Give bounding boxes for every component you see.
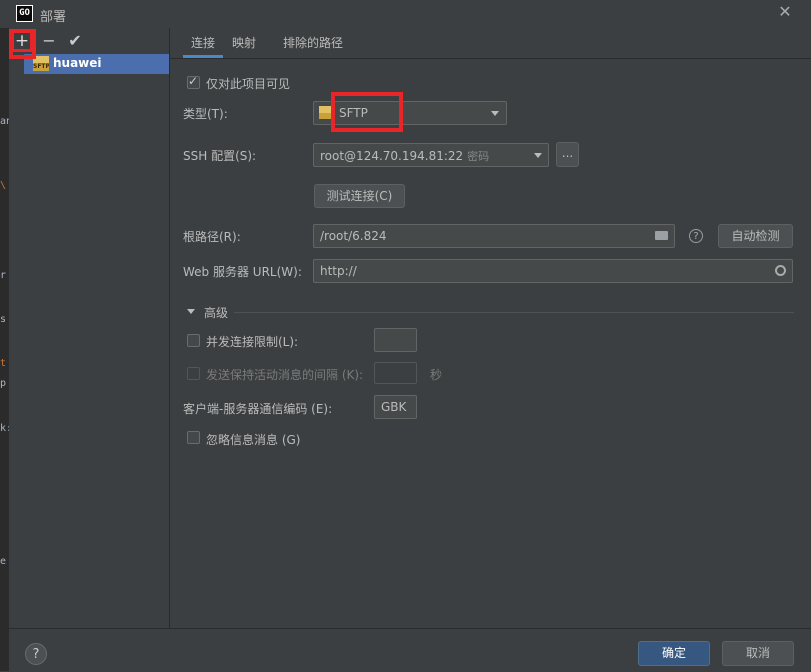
collapse-arrow-icon[interactable] — [187, 309, 195, 314]
editor-fragment: k: — [0, 423, 9, 434]
globe-icon[interactable] — [775, 265, 786, 276]
editor-fragment: r — [0, 270, 7, 281]
ssh-config-label: SSH 配置(S): — [183, 149, 257, 163]
background-editor-strip: an \ r s t p k: e — [0, 28, 9, 671]
help-button[interactable]: ? — [25, 643, 47, 665]
web-url-field[interactable]: http:// — [313, 259, 793, 283]
concurrent-limit-label: 并发连接限制(L): — [206, 335, 299, 349]
keepalive-checkbox[interactable] — [187, 367, 200, 380]
keepalive-label: 发送保持活动消息的间隔 (K): — [206, 368, 364, 382]
sftp-type-icon — [319, 106, 332, 119]
server-list-item-huawei[interactable]: SFTP huawei — [24, 54, 169, 74]
chevron-down-icon — [491, 111, 499, 116]
cancel-button[interactable]: 取消 — [722, 641, 794, 666]
sftp-server-icon: SFTP — [33, 56, 49, 71]
web-url-value: http:// — [320, 264, 357, 278]
remove-server-button[interactable]: − — [38, 30, 60, 52]
root-path-label: 根路径(R): — [183, 230, 241, 244]
close-icon[interactable]: ✕ — [776, 3, 794, 21]
ssh-config-value: root@124.70.194.81:22 — [320, 149, 464, 163]
chevron-down-icon — [534, 153, 542, 158]
encoding-input[interactable]: GBK — [374, 395, 417, 419]
folder-icon[interactable] — [655, 231, 668, 240]
editor-fragment: t — [0, 358, 7, 369]
editor-fragment: s — [0, 314, 7, 325]
editor-fragment: e — [0, 556, 7, 567]
settings-tabs: 连接 映射 排除的路径 — [170, 28, 811, 59]
ignore-info-label: 忽略信息消息 (G) — [206, 433, 301, 447]
root-path-value: /root/6.824 — [320, 229, 387, 243]
visible-only-label: 仅对此项目可见 — [206, 77, 291, 91]
encoding-label: 客户端-服务器通信编码 (E): — [183, 402, 333, 416]
web-url-label: Web 服务器 URL(W): — [183, 265, 302, 279]
editor-fragment: \ — [0, 180, 7, 191]
root-path-field[interactable]: /root/6.824 — [313, 224, 675, 248]
tab-connection[interactable]: 连接 — [183, 28, 223, 58]
ignore-info-checkbox[interactable] — [187, 431, 200, 444]
ssh-config-dropdown[interactable]: root@124.70.194.81:22 密码 — [313, 143, 549, 167]
server-list-toolbar: + − ✔ — [9, 28, 169, 54]
dialog-title: 部署 — [40, 10, 67, 25]
concurrent-limit-checkbox[interactable] — [187, 334, 200, 347]
ssh-auth-hint: 密码 — [467, 150, 490, 163]
editor-fragment: an — [0, 116, 9, 127]
ok-button[interactable]: 确定 — [638, 641, 710, 666]
editor-fragment: p — [0, 378, 7, 389]
visible-only-checkbox[interactable] — [187, 74, 200, 89]
type-dropdown[interactable]: SFTP — [313, 101, 507, 125]
set-default-button[interactable]: ✔ — [64, 30, 86, 52]
test-connection-button[interactable]: 测试连接(C) — [314, 184, 405, 208]
ssh-config-browse-button[interactable]: ... — [556, 142, 579, 167]
server-name: huawei — [53, 56, 102, 70]
title-bar: GO 部署 ✕ — [0, 0, 811, 28]
add-server-button[interactable]: + — [11, 30, 33, 52]
concurrent-limit-input[interactable] — [374, 328, 417, 352]
auto-detect-button[interactable]: 自动检测 — [718, 224, 793, 248]
tab-mappings[interactable]: 映射 — [232, 28, 256, 58]
type-label: 类型(T): — [183, 107, 228, 121]
type-value: SFTP — [339, 106, 368, 120]
seconds-unit: 秒 — [430, 368, 443, 382]
goland-app-icon: GO — [16, 5, 33, 22]
keepalive-interval-input[interactable] — [374, 362, 417, 384]
server-list-panel: + − ✔ SFTP huawei — [9, 28, 170, 628]
section-divider — [234, 312, 794, 313]
help-icon[interactable]: ? — [689, 229, 703, 243]
advanced-section-header[interactable]: 高级 — [204, 304, 228, 321]
tab-excluded-paths[interactable]: 排除的路径 — [283, 28, 343, 58]
